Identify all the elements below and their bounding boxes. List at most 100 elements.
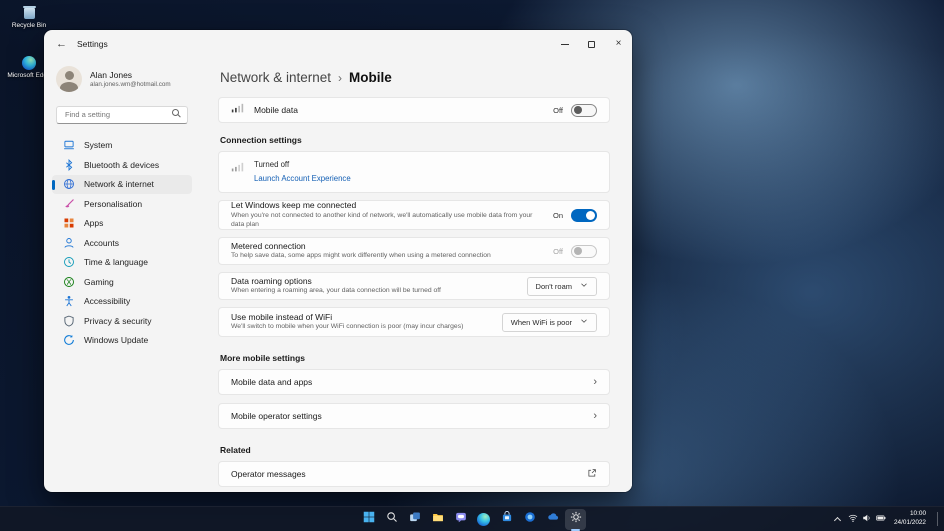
signal-off-icon xyxy=(231,160,244,178)
settings-button-active[interactable] xyxy=(565,508,586,531)
onedrive-button[interactable] xyxy=(542,509,563,530)
sidebar-item-label: Personalisation xyxy=(84,198,143,209)
update-icon xyxy=(62,334,75,347)
avatar xyxy=(56,66,82,92)
sidebar-item-label: Accessibility xyxy=(84,296,131,307)
taskbar-clock[interactable]: 10:00 24/01/2022 xyxy=(894,510,926,527)
search-input[interactable] xyxy=(56,105,188,124)
settings-window: ← Settings × Alan Jones alan.jones.wm@ho… xyxy=(44,30,632,492)
close-button[interactable]: × xyxy=(605,30,632,58)
edge-icon xyxy=(22,56,36,70)
edge-button[interactable] xyxy=(473,509,494,530)
section-header-connection-settings: Connection settings xyxy=(220,135,302,145)
mobile-data-card: Mobile data Off xyxy=(218,97,610,123)
external-link-icon xyxy=(587,465,597,483)
recycle-bin-icon xyxy=(22,5,36,20)
sidebar-item-label: Gaming xyxy=(84,276,114,287)
edge-icon xyxy=(477,512,490,526)
sidebar-item-accessibility[interactable]: Accessibility xyxy=(52,292,192,312)
taskbar: 10:00 24/01/2022 xyxy=(0,506,944,531)
data-roaming-dropdown[interactable]: Don't roam xyxy=(526,276,597,296)
breadcrumb: Network & internet › Mobile xyxy=(220,70,610,85)
sidebar-item-label: Privacy & security xyxy=(84,315,152,326)
setting-description: When entering a roaming area, your data … xyxy=(231,287,441,295)
show-desktop-button[interactable] xyxy=(937,511,940,527)
signal-bars-icon xyxy=(231,101,244,119)
sidebar-item-privacy-security[interactable]: Privacy & security xyxy=(52,311,192,331)
metered-connection-toggle[interactable] xyxy=(571,244,597,258)
mobile-data-toggle[interactable] xyxy=(571,103,597,117)
volume-icon[interactable] xyxy=(862,510,872,528)
row-label: Mobile data and apps xyxy=(231,377,313,387)
section-header-related: Related xyxy=(220,445,251,455)
battery-icon[interactable] xyxy=(876,510,886,528)
folder-icon xyxy=(432,510,444,528)
setting-title: Let Windows keep me connected xyxy=(231,200,357,211)
sidebar-item-personalisation[interactable]: Personalisation xyxy=(52,194,192,214)
mobile-instead-wifi-card: Use mobile instead of WiFi We'll switch … xyxy=(218,307,610,337)
xbox-icon xyxy=(62,275,75,288)
start-button[interactable] xyxy=(358,509,379,530)
sidebar-item-gaming[interactable]: Gaming xyxy=(52,272,192,292)
taskbar-search-button[interactable] xyxy=(381,509,402,530)
gear-icon xyxy=(570,510,582,528)
system-tray: 10:00 24/01/2022 xyxy=(833,507,940,531)
desktop-icon-label: Recycle Bin xyxy=(11,22,47,29)
hidden-icons-chevron[interactable] xyxy=(833,516,842,524)
operator-messages-row[interactable]: Operator messages xyxy=(218,461,610,487)
cloud-icon xyxy=(547,510,559,528)
store-bag-icon xyxy=(501,510,513,528)
sidebar-item-accounts[interactable]: Accounts xyxy=(52,233,192,253)
connection-status: Turned off xyxy=(254,160,290,169)
desktop-icon-recycle-bin[interactable]: Recycle Bin xyxy=(2,5,56,29)
row-label: Operator messages xyxy=(231,469,306,479)
account-block[interactable]: Alan Jones alan.jones.wm@hotmail.com xyxy=(52,62,192,102)
sidebar-item-time-language[interactable]: Time & language xyxy=(52,253,192,273)
bluetooth-icon xyxy=(62,158,75,171)
sidebar-item-network-internet[interactable]: Network & internet xyxy=(52,174,192,194)
task-view-button[interactable] xyxy=(404,509,425,530)
mobile-data-label: Mobile data xyxy=(254,105,298,115)
globe-icon xyxy=(62,178,75,191)
keep-connected-card: Let Windows keep me connected When you'r… xyxy=(218,200,610,230)
keep-connected-toggle[interactable] xyxy=(571,208,597,222)
minimize-button[interactable] xyxy=(551,30,578,58)
toggle-state-label: Off xyxy=(553,105,563,115)
task-view-icon xyxy=(409,510,421,528)
back-button[interactable]: ← xyxy=(56,38,67,50)
photos-button[interactable] xyxy=(519,509,540,530)
breadcrumb-parent[interactable]: Network & internet xyxy=(220,70,331,85)
maximize-button[interactable] xyxy=(578,30,605,58)
sidebar-item-label: Time & language xyxy=(84,257,148,268)
sidebar-item-system[interactable]: System xyxy=(52,136,192,156)
wifi-fallback-dropdown[interactable]: When WiFi is poor xyxy=(501,312,597,332)
mobile-operator-settings-row[interactable]: Mobile operator settings › xyxy=(218,403,610,429)
search-icon xyxy=(172,109,181,118)
setting-description: To help save data, some apps might work … xyxy=(231,252,491,260)
file-explorer-button[interactable] xyxy=(427,509,448,530)
wifi-icon[interactable] xyxy=(848,510,858,528)
sidebar-item-windows-update[interactable]: Windows Update xyxy=(52,331,192,351)
close-icon: × xyxy=(615,38,622,49)
sidebar-item-label: Bluetooth & devices xyxy=(84,159,160,170)
chat-button[interactable] xyxy=(450,509,471,530)
minimize-icon xyxy=(560,43,569,45)
chevron-right-icon: › xyxy=(593,375,597,388)
page-title: Mobile xyxy=(349,70,392,85)
tray-date: 24/01/2022 xyxy=(894,519,926,526)
settings-main: Network & internet › Mobile Mobile data … xyxy=(200,58,632,492)
chevron-down-icon xyxy=(580,281,588,291)
store-button[interactable] xyxy=(496,509,517,530)
sidebar-item-bluetooth-devices[interactable]: Bluetooth & devices xyxy=(52,155,192,175)
toggle-state-label: Off xyxy=(553,246,563,256)
chat-icon xyxy=(455,510,467,528)
chevron-down-icon xyxy=(580,317,588,327)
tray-time: 10:00 xyxy=(910,510,926,518)
sidebar-item-label: Apps xyxy=(84,218,104,229)
launch-account-experience-link[interactable]: Launch Account Experience xyxy=(254,174,351,183)
sidebar-item-apps[interactable]: Apps xyxy=(52,214,192,234)
user-email: alan.jones.wm@hotmail.com xyxy=(90,81,171,88)
mobile-data-apps-row[interactable]: Mobile data and apps › xyxy=(218,369,610,395)
section-header-more-mobile: More mobile settings xyxy=(220,353,306,363)
user-name: Alan Jones xyxy=(90,70,133,80)
